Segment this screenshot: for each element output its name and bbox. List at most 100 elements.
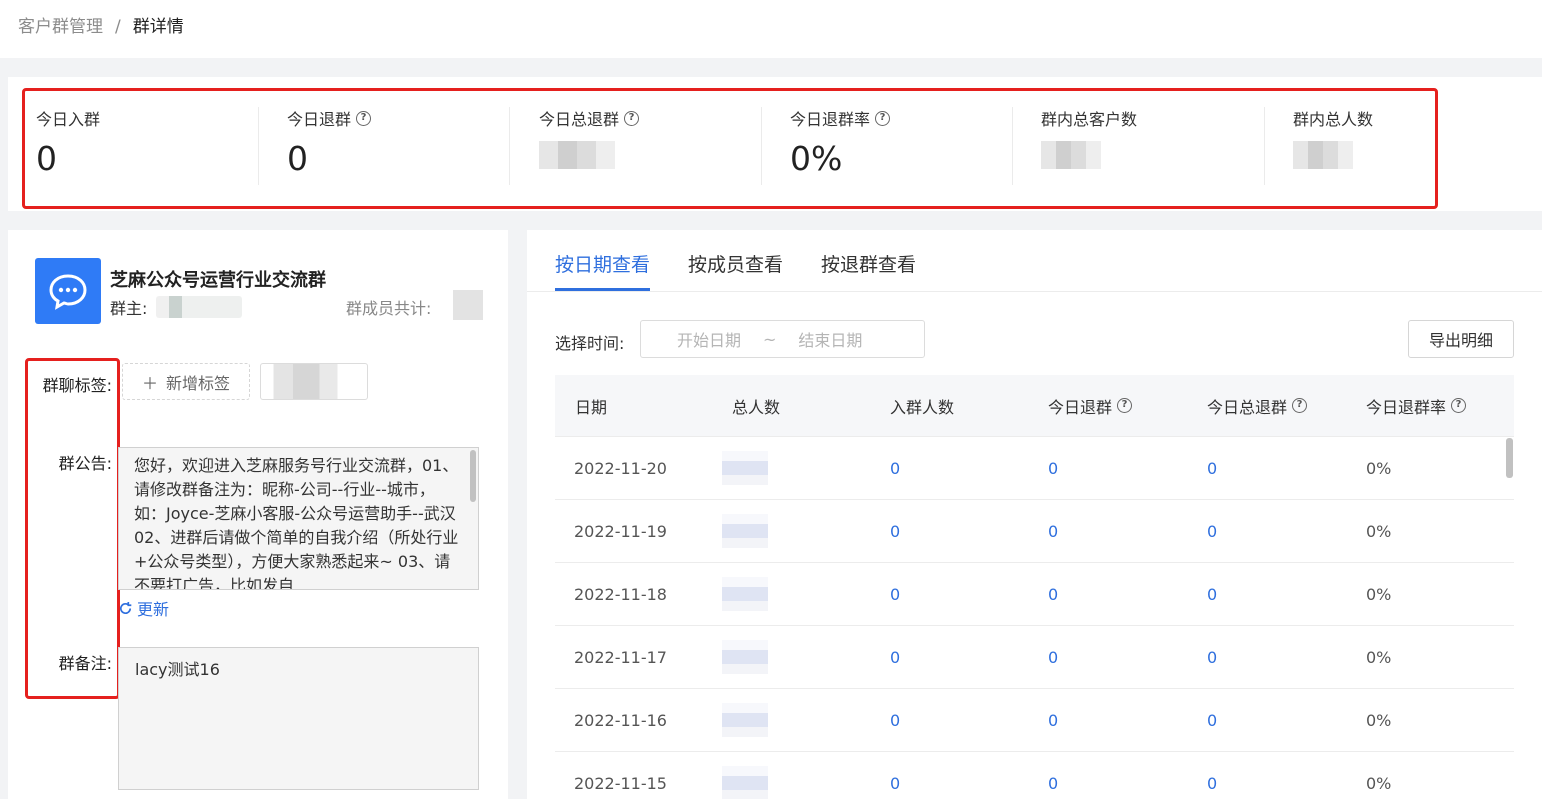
header-join: 入群人数 — [890, 397, 955, 417]
help-icon[interactable]: ? — [356, 110, 372, 126]
add-tag-button[interactable]: ＋ 新增标签 — [122, 363, 250, 400]
cell-date: 2022-11-20 — [574, 459, 667, 478]
header-quit-rate: 今日退群率? — [1366, 394, 1467, 418]
stat-total-customers: 群内总客户数 — [1041, 107, 1271, 185]
group-info-panel: 芝麻公众号运营行业交流群 群主: 群成员共计: 群聊标签: ＋ 新增标签 群公告:… — [8, 230, 508, 799]
cell-quit[interactable]: 0 — [1048, 648, 1058, 667]
group-name: 芝麻公众号运营行业交流群 — [110, 270, 326, 291]
cell-quit[interactable]: 0 — [1048, 522, 1058, 541]
table-scrollbar[interactable] — [1506, 438, 1513, 478]
start-date-input[interactable]: 开始日期 — [677, 327, 741, 351]
end-date-input[interactable]: 结束日期 — [798, 327, 862, 351]
cell-total-quit[interactable]: 0 — [1207, 459, 1217, 478]
stat-label: 今日总退群 — [539, 110, 620, 129]
labels-highlight-box — [25, 358, 120, 699]
refresh-icon — [119, 601, 132, 614]
announcement-label: 群公告: — [58, 454, 112, 473]
blurred-value — [539, 141, 615, 169]
member-count-label: 群成员共计: — [346, 299, 432, 318]
announcement-scrollbar[interactable] — [470, 450, 476, 502]
help-icon[interactable]: ? — [1292, 398, 1308, 413]
blurred-value — [1293, 141, 1353, 169]
breadcrumb-separator: / — [115, 17, 121, 37]
stat-today-join: 今日入群 0 — [36, 107, 266, 185]
stats-detail-panel: 按日期查看 按成员查看 按退群查看 选择时间: 开始日期 ~ 结束日期 导出明细… — [527, 230, 1542, 799]
table-row: 2022-11-19 0 0 0 0% — [555, 500, 1514, 563]
tags-label: 群聊标签: — [42, 376, 112, 395]
stat-label: 今日入群 — [36, 110, 101, 129]
range-separator: ~ — [763, 329, 777, 349]
date-range-picker[interactable]: 开始日期 ~ 结束日期 — [640, 320, 925, 358]
cell-join[interactable]: 0 — [890, 522, 900, 541]
refresh-button[interactable]: 更新 — [118, 596, 169, 620]
time-filter-label: 选择时间: — [555, 334, 625, 353]
cell-quit[interactable]: 0 — [1048, 585, 1058, 604]
stat-today-quit-rate: 今日退群率? 0% — [790, 107, 1020, 185]
table-row: 2022-11-18 0 0 0 0% — [555, 563, 1514, 626]
refresh-label: 更新 — [137, 600, 170, 619]
help-icon[interactable]: ? — [1117, 398, 1133, 413]
cell-rate: 0% — [1366, 648, 1392, 667]
cell-total-quit[interactable]: 0 — [1207, 585, 1217, 604]
tab-by-date[interactable]: 按日期查看 — [555, 250, 650, 277]
table-row: 2022-11-20 0 0 0 0% — [555, 437, 1514, 500]
table-header: 日期 总人数 入群人数 今日退群? 今日总退群? 今日退群率? — [555, 375, 1514, 437]
cell-date: 2022-11-18 — [574, 585, 667, 604]
stat-divider — [509, 107, 510, 185]
stat-label: 今日退群 — [287, 110, 352, 129]
table-row: 2022-11-16 0 0 0 0% — [555, 689, 1514, 752]
plus-icon: ＋ — [141, 373, 158, 393]
breadcrumb-current: 群详情 — [132, 17, 184, 37]
cell-join[interactable]: 0 — [890, 774, 900, 793]
cell-quit[interactable]: 0 — [1048, 459, 1058, 478]
cell-total-quit[interactable]: 0 — [1207, 522, 1217, 541]
stat-total-members: 群内总人数 — [1293, 107, 1423, 185]
blurred-value — [1041, 141, 1101, 169]
cell-join[interactable]: 0 — [890, 711, 900, 730]
header-date: 日期 — [575, 397, 608, 417]
remark-label: 群备注: — [58, 654, 112, 673]
announcement-text[interactable]: 您好，欢迎进入芝麻服务号行业交流群，01、请修改群备注为：昵称-公司--行业--… — [118, 447, 479, 590]
announcement-content: 您好，欢迎进入芝麻服务号行业交流群，01、请修改群备注为：昵称-公司--行业--… — [134, 456, 459, 590]
cell-total-blurred — [722, 703, 768, 737]
tab-by-quit[interactable]: 按退群查看 — [821, 250, 916, 277]
tag-item-blurred[interactable] — [260, 363, 368, 400]
cell-rate: 0% — [1366, 711, 1392, 730]
add-tag-label: 新增标签 — [166, 373, 231, 393]
stat-today-quit: 今日退群? 0 — [287, 107, 517, 185]
daily-stats-table: 日期 总人数 入群人数 今日退群? 今日总退群? 今日退群率? 2022-11-… — [555, 375, 1514, 799]
stat-today-total-quit: 今日总退群? — [539, 107, 769, 185]
cell-total-quit[interactable]: 0 — [1207, 711, 1217, 730]
owner-name-blurred — [156, 296, 242, 318]
cell-join[interactable]: 0 — [890, 459, 900, 478]
cell-rate: 0% — [1366, 459, 1392, 478]
help-icon[interactable]: ? — [1451, 398, 1467, 413]
table-row: 2022-11-15 0 0 0 0% — [555, 752, 1514, 799]
cell-total-blurred — [722, 577, 768, 611]
cell-total-quit[interactable]: 0 — [1207, 648, 1217, 667]
header-total: 总人数 — [732, 397, 781, 417]
help-icon[interactable]: ? — [875, 110, 891, 126]
cell-total-quit[interactable]: 0 — [1207, 774, 1217, 793]
view-tabs: 按日期查看 按成员查看 按退群查看 — [527, 230, 1542, 292]
cell-quit[interactable]: 0 — [1048, 774, 1058, 793]
header-quit: 今日退群? — [1048, 394, 1133, 418]
export-button[interactable]: 导出明细 — [1408, 320, 1514, 358]
stat-label: 群内总客户数 — [1041, 110, 1138, 129]
help-icon[interactable]: ? — [624, 110, 640, 126]
cell-join[interactable]: 0 — [890, 648, 900, 667]
cell-total-blurred — [722, 766, 768, 799]
remark-text[interactable]: lacy测试16 — [118, 647, 479, 790]
breadcrumb-parent[interactable]: 客户群管理 — [18, 17, 103, 37]
member-count-blurred — [453, 290, 483, 320]
cell-date: 2022-11-19 — [574, 522, 667, 541]
cell-rate: 0% — [1366, 585, 1392, 604]
stat-divider — [761, 107, 762, 185]
cell-total-blurred — [722, 640, 768, 674]
tab-by-member[interactable]: 按成员查看 — [688, 250, 783, 277]
cell-date: 2022-11-16 — [574, 711, 667, 730]
cell-quit[interactable]: 0 — [1048, 711, 1058, 730]
cell-date: 2022-11-17 — [574, 648, 667, 667]
cell-join[interactable]: 0 — [890, 585, 900, 604]
stat-value: 0 — [36, 139, 57, 178]
